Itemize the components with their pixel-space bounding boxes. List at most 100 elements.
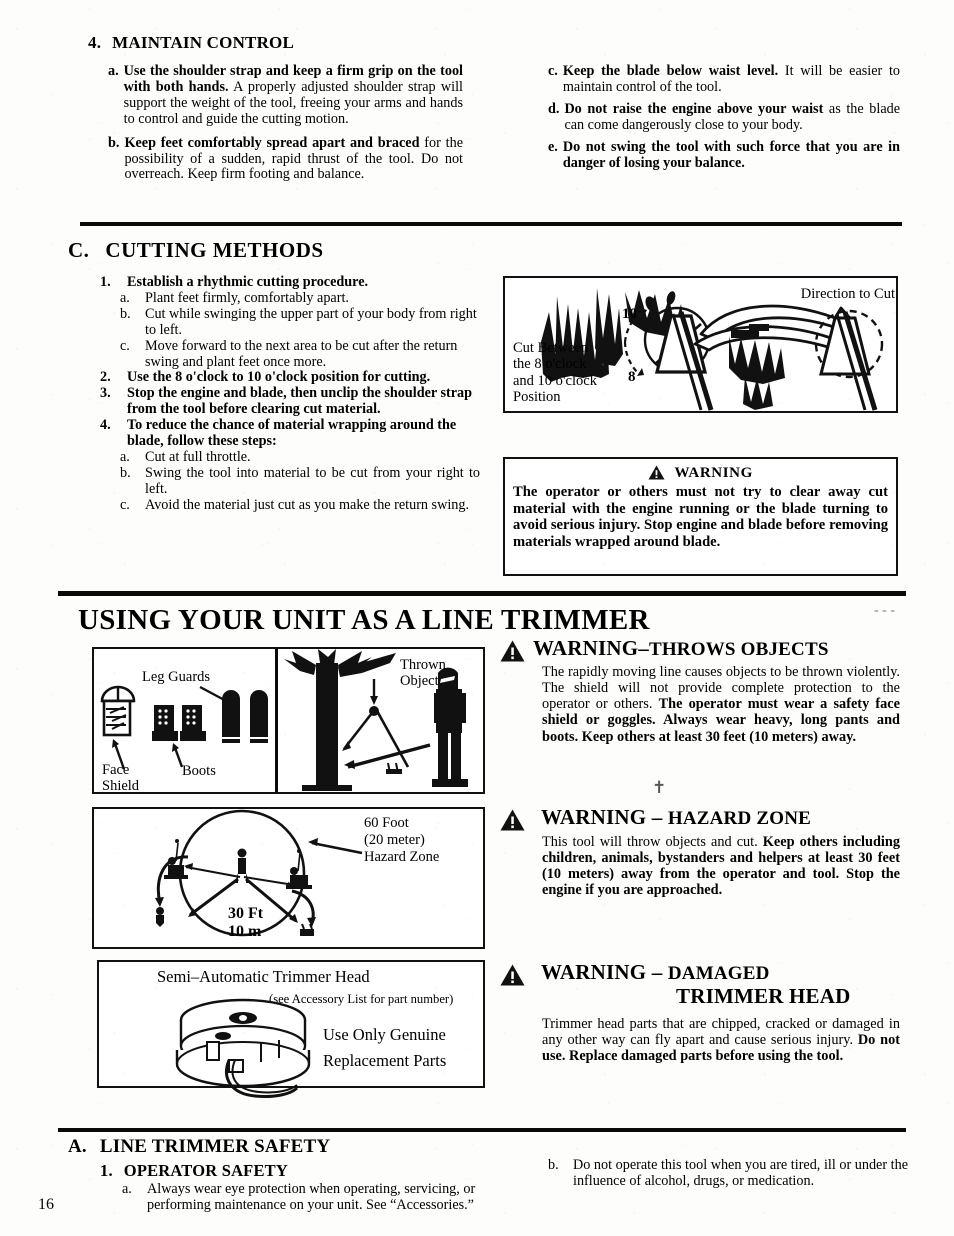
- thrown-object-label: Thrown Object: [400, 657, 446, 690]
- warning-header: WARNING–THROWS OBJECTS: [500, 637, 900, 662]
- list-marker: a.: [122, 1182, 132, 1197]
- list-item-text: To reduce the chance of material wrappin…: [127, 417, 457, 450]
- list-marker: 1.: [100, 274, 111, 290]
- trimmer-head-title: Semi–Automatic Trimmer Head: [157, 967, 370, 986]
- thrown-object-art: [284, 649, 468, 791]
- hazard-radius-label: 30 Ft 10 m: [228, 905, 264, 940]
- maintain-control-heading-text: MAINTAIN CONTROL: [112, 33, 295, 52]
- operator-safety-number: 1.: [100, 1161, 113, 1180]
- scan-artifact: ✝: [652, 778, 667, 797]
- list-item-text: Establish a rhythmic cutting procedure.: [127, 274, 369, 290]
- ppe-thrown-object-diagram: Leg Guards Face Shield Boots Thrown Obje…: [92, 647, 485, 794]
- manual-page: 4. MAINTAIN CONTROL a. Use the shoulder …: [0, 0, 954, 1236]
- section-divider: [80, 222, 902, 226]
- list-item-text: Plant feet firmly, comfortably apart.: [145, 289, 349, 306]
- genuine-parts-line1: Use Only Genuine: [323, 1025, 446, 1044]
- warning-title-dash: –: [651, 960, 663, 984]
- warning-triangle-icon: [500, 809, 525, 831]
- warning-body: The rapidly moving line causes objects t…: [542, 664, 900, 745]
- trimmer-head-art: [175, 998, 311, 1098]
- warning-title: WARNING – HAZARD ZONE: [541, 806, 811, 829]
- list-marker: b.: [108, 134, 120, 151]
- warning-box-title: WARNING: [674, 465, 753, 481]
- list-item: b. Keep feet comfortably spread apart an…: [108, 134, 463, 184]
- trimmer-head-diagram: Semi–Automatic Trimmer Head (see Accesso…: [97, 960, 485, 1098]
- maintain-control-heading-number: 4.: [88, 33, 102, 52]
- warning-title-main: WARNING: [541, 805, 647, 829]
- line-trimmer-safety-heading: A. LINE TRIMMER SAFETY: [68, 1136, 330, 1158]
- warning-box-body: The operator or others must not try to c…: [513, 484, 888, 550]
- warning-title-dash: –: [651, 805, 663, 829]
- warning-hazard-zone: WARNING – HAZARD ZONE This tool will thr…: [500, 806, 900, 899]
- hazard-zone-label: 60 Foot (20 meter) Hazard Zone: [364, 815, 440, 865]
- list-item: b. Cut while swinging the upper part of …: [120, 306, 480, 339]
- list-marker: 3.: [100, 385, 111, 402]
- list-item: e. Do not swing the tool with such force…: [548, 138, 900, 172]
- warning-title-rest2: TRIMMER HEAD: [676, 984, 851, 1008]
- operator-safety-right-list: b. Do not operate this tool when you are…: [548, 1158, 908, 1218]
- list-marker: b.: [548, 1158, 559, 1173]
- list-item-text: Move forward to the next area to be cut …: [145, 337, 458, 370]
- list-item-bold-lead: Do not raise the engine above your waist: [564, 100, 824, 117]
- cutting-methods-heading-text: CUTTING METHODS: [105, 238, 324, 262]
- list-item-text: Always wear eye protection when operatin…: [147, 1182, 476, 1213]
- list-item: c. Avoid the material just cut as you ma…: [120, 496, 480, 514]
- maintain-control-heading: 4. MAINTAIN CONTROL: [88, 33, 294, 53]
- list-item: d. Do not raise the engine above your wa…: [548, 100, 900, 134]
- list-item: b. Swing the tool into material to be cu…: [120, 464, 480, 498]
- warning-title-dash: –: [638, 636, 649, 660]
- list-marker: 2.: [100, 369, 111, 386]
- list-marker: e.: [548, 138, 558, 155]
- list-item: b. Do not operate this tool when you are…: [548, 1158, 908, 1190]
- list-marker: a.: [108, 63, 119, 79]
- cutting-methods-heading-letter: C.: [68, 238, 90, 262]
- list-item: c. Keep the blade below waist level. It …: [548, 63, 900, 96]
- warning-body-normal: Trimmer head parts that are chipped, cra…: [542, 1016, 900, 1049]
- genuine-parts-line2: Replacement Parts: [323, 1051, 447, 1070]
- warning-title-rest: DAMAGED: [667, 963, 770, 984]
- list-marker: d.: [548, 100, 560, 117]
- list-marker: c.: [548, 63, 558, 79]
- list-item: 2. Use the 8 o'clock to 10 o'clock posit…: [100, 370, 480, 386]
- warning-header: WARNING – DAMAGED: [500, 961, 900, 986]
- warning-box-title-row: WARNING: [513, 465, 888, 482]
- list-item-text: Swing the tool into material to be cut f…: [145, 464, 480, 497]
- warning-body-normal: This tool will throw objects and cut.: [542, 834, 763, 850]
- warning-title-main: WARNING: [541, 960, 647, 984]
- warning-body: Trimmer head parts that are chipped, cra…: [542, 1016, 900, 1064]
- warning-title: WARNING – DAMAGED: [541, 961, 770, 984]
- direction-to-cut-label: Direction to Cut: [800, 286, 895, 302]
- list-marker: a.: [120, 448, 130, 465]
- list-marker: c.: [120, 496, 130, 513]
- list-item: a. Plant feet firmly, comfortably apart.: [120, 289, 480, 307]
- warning-triangle-icon: [648, 465, 665, 480]
- line-trimmer-safety-text: LINE TRIMMER SAFETY: [99, 1136, 331, 1157]
- page-number: 16: [38, 1196, 54, 1213]
- list-item: 4. To reduce the chance of material wrap…: [100, 417, 480, 450]
- list-item-bold-lead: Keep the blade below waist level.: [562, 63, 779, 79]
- warning-title-rest: HAZARD ZONE: [667, 808, 811, 829]
- list-item-text: Cut at full throttle.: [145, 448, 251, 465]
- line-trimmer-safety-letter: A.: [68, 1136, 87, 1157]
- list-item: c. Move forward to the next area to be c…: [120, 337, 480, 371]
- list-marker: b.: [120, 464, 131, 481]
- operator-safety-subheading: 1. OPERATOR SAFETY: [100, 1161, 288, 1181]
- maintain-control-left-list: a. Use the shoulder strap and keep a fir…: [108, 63, 463, 184]
- warning-box-clearing-material: WARNING The operator or others must not …: [503, 457, 898, 576]
- warning-triangle-icon: [500, 964, 525, 986]
- list-item-text: Stop the engine and blade, then unclip t…: [127, 385, 473, 418]
- list-item: 1. Establish a rhythmic cutting procedur…: [100, 274, 480, 291]
- list-item-text: Do not operate this tool when you are ti…: [573, 1158, 908, 1189]
- boots-label: Boots: [182, 763, 216, 779]
- list-item-text: Avoid the material just cut as you make …: [145, 496, 469, 513]
- warning-title: WARNING–THROWS OBJECTS: [533, 637, 829, 660]
- list-item: a. Use the shoulder strap and keep a fir…: [108, 63, 463, 128]
- cut-between-label: Cut Between the 8 o'clock and 10 o'clock…: [513, 340, 597, 406]
- clock-8-label: 8: [628, 369, 636, 385]
- list-item: a. Cut at full throttle.: [120, 448, 480, 466]
- operator-safety-left-list: a. Always wear eye protection when opera…: [122, 1182, 490, 1236]
- section-divider: [58, 1128, 906, 1132]
- list-item-bold-lead: Keep feet comfortably spread apart and b…: [124, 134, 420, 151]
- scan-artifact: - - -: [874, 603, 895, 618]
- section-divider: [58, 591, 906, 596]
